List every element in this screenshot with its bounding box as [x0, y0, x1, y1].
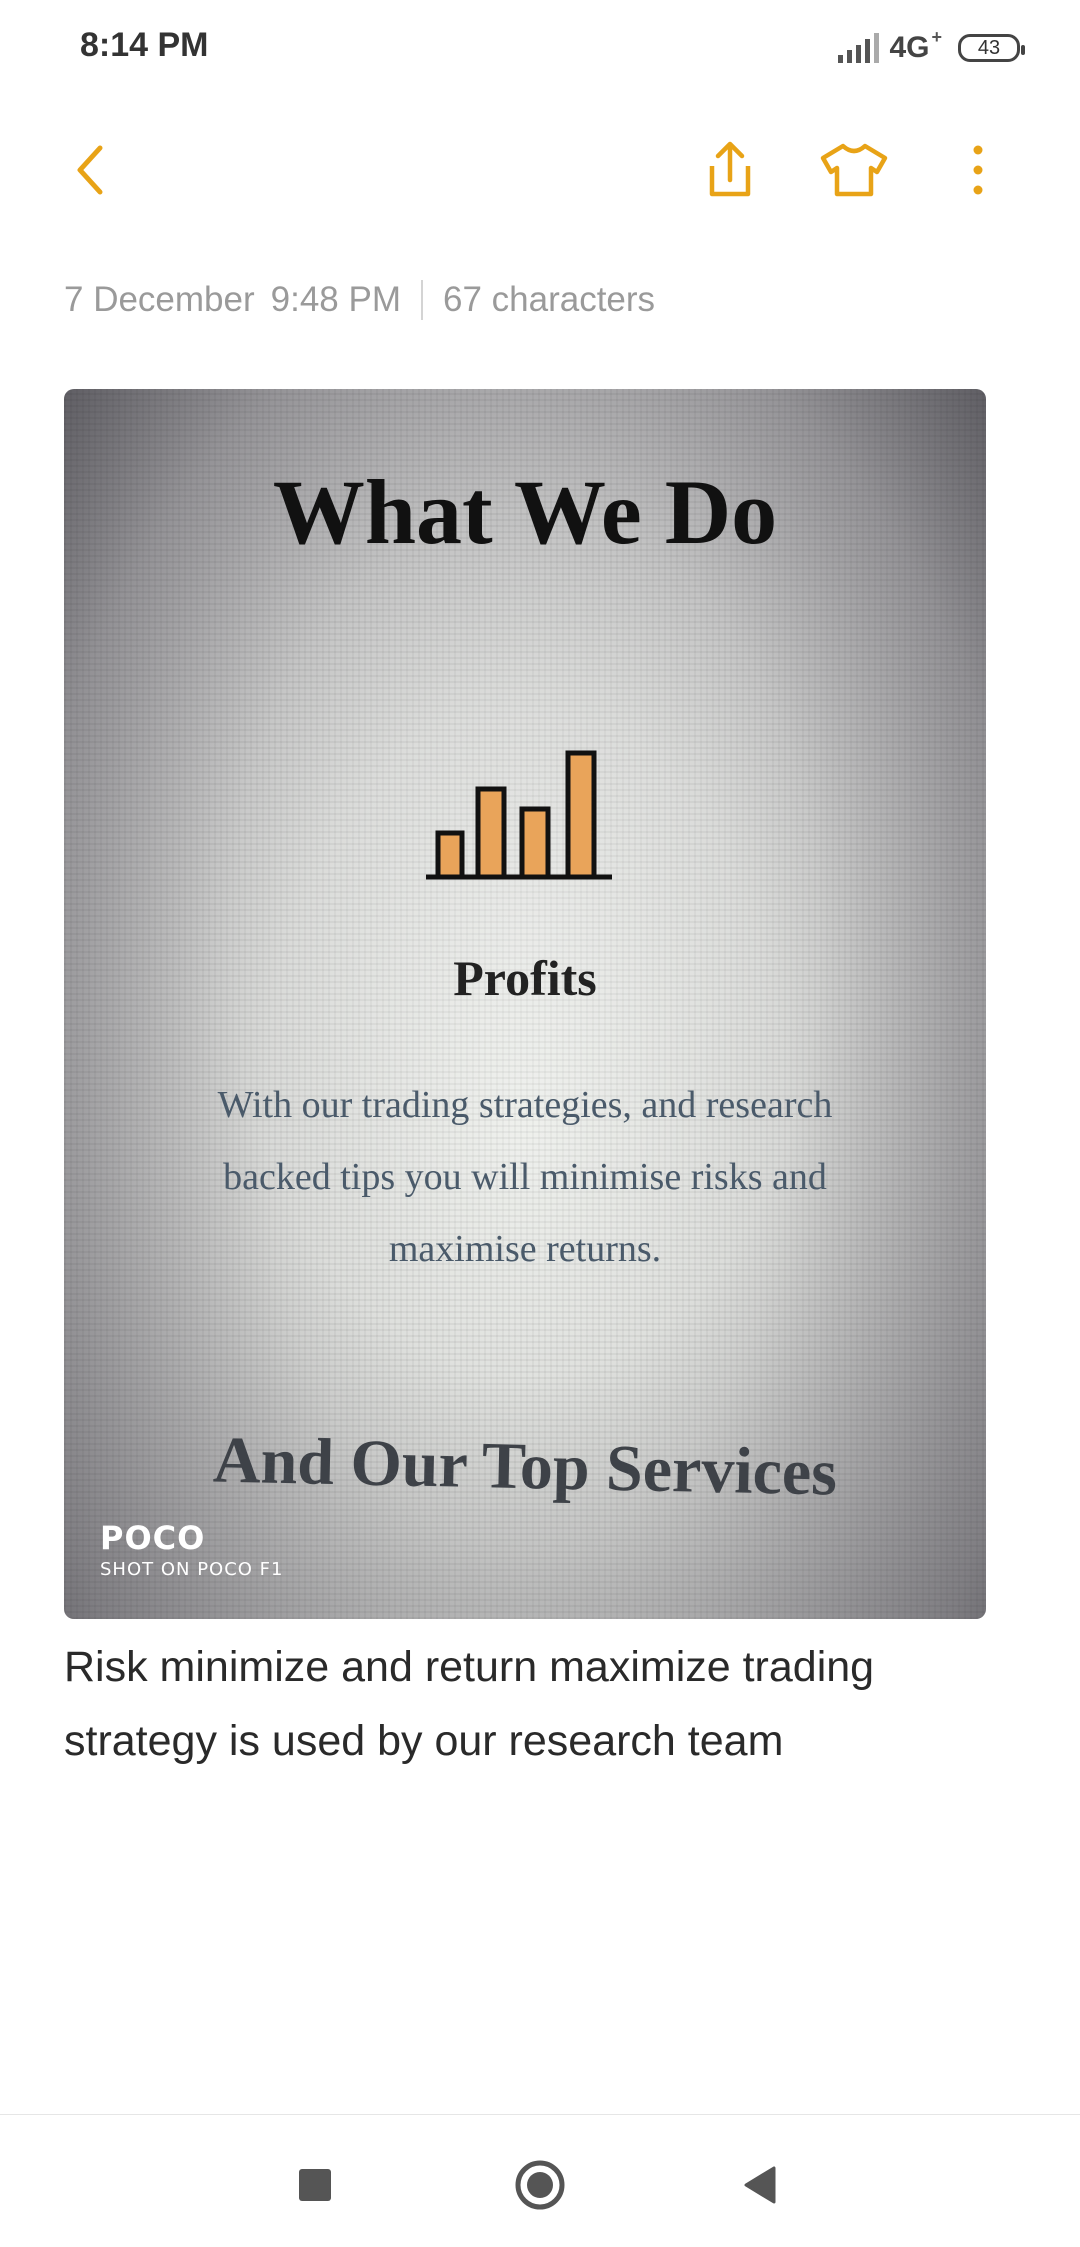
note-meta: 7 December 9:48 PM 67 characters	[64, 280, 655, 320]
status-indicators: 4G + 43	[838, 26, 1025, 70]
triangle-back-icon	[744, 2166, 776, 2204]
meta-divider	[421, 280, 423, 320]
bar-chart-icon	[426, 750, 612, 880]
system-back-button[interactable]	[730, 2155, 790, 2215]
back-button[interactable]	[50, 130, 130, 210]
photo-subheading: Profits	[453, 950, 597, 1006]
note-photo[interactable]: What We Do Profits With our trading stra…	[64, 389, 986, 1619]
photo-body-text: With our trading strategies, and researc…	[217, 1084, 833, 1270]
system-nav-bar	[0, 2114, 1080, 2247]
photo-heading: What We Do	[272, 461, 778, 563]
share-icon	[709, 141, 751, 197]
tshirt-icon	[820, 143, 888, 197]
network-label: 4G	[889, 31, 930, 64]
note-body[interactable]: Risk minimize and return maximize tradin…	[64, 1630, 1014, 1778]
more-options-button[interactable]	[938, 130, 1018, 210]
camera-watermark: POCO SHOT ON POCO F1	[100, 1519, 284, 1580]
network-sup: +	[931, 27, 942, 47]
status-time: 8:14 PM	[80, 26, 209, 64]
share-button[interactable]	[690, 130, 770, 210]
circle-icon	[515, 2160, 565, 2210]
square-icon	[299, 2169, 331, 2201]
note-char-count: 67 characters	[443, 280, 656, 319]
theme-button[interactable]	[814, 130, 894, 210]
note-time: 9:48 PM	[270, 280, 401, 319]
battery-icon: 43	[958, 34, 1025, 62]
top-toolbar	[0, 110, 1080, 210]
network-type: 4G +	[889, 27, 942, 65]
note-date: 7 December	[64, 280, 255, 319]
watermark-shot: SHOT ON POCO F1	[100, 1559, 284, 1580]
status-bar: 8:14 PM 4G + 43	[0, 0, 1080, 96]
recents-button[interactable]	[285, 2155, 345, 2215]
more-vertical-icon	[973, 145, 983, 195]
home-button[interactable]	[510, 2155, 570, 2215]
signal-icon	[838, 33, 880, 63]
battery-level: 43	[977, 36, 1001, 59]
chevron-left-icon	[77, 145, 103, 195]
watermark-brand: POCO	[100, 1519, 206, 1557]
